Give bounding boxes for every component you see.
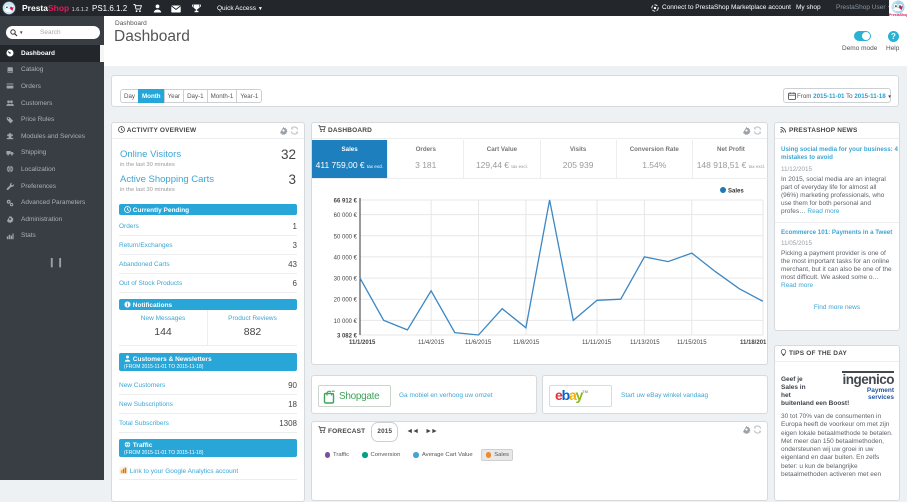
svg-text:11/6/2015: 11/6/2015 xyxy=(465,340,492,346)
svg-text:30 000 €: 30 000 € xyxy=(334,277,358,283)
svg-text:11/11/2015: 11/11/2015 xyxy=(582,340,612,346)
svg-text:3 082 €: 3 082 € xyxy=(337,334,358,340)
svg-text:40 000 €: 40 000 € xyxy=(334,255,358,261)
svg-text:50 000 €: 50 000 € xyxy=(334,234,358,240)
svg-text:10 000 €: 10 000 € xyxy=(334,319,358,325)
svg-text:11/18/201: 11/18/201 xyxy=(740,340,767,346)
svg-text:Sales: Sales xyxy=(728,189,744,195)
svg-text:66 912 €: 66 912 € xyxy=(334,199,358,205)
svg-text:11/8/2015: 11/8/2015 xyxy=(513,340,540,346)
svg-text:20 000 €: 20 000 € xyxy=(334,298,358,304)
svg-text:11/15/2015: 11/15/2015 xyxy=(677,340,707,346)
svg-text:60 000 €: 60 000 € xyxy=(334,213,358,219)
svg-text:11/13/2015: 11/13/2015 xyxy=(630,340,660,346)
svg-text:11/4/2015: 11/4/2015 xyxy=(418,340,445,346)
svg-text:11/1/2015: 11/1/2015 xyxy=(349,340,376,346)
